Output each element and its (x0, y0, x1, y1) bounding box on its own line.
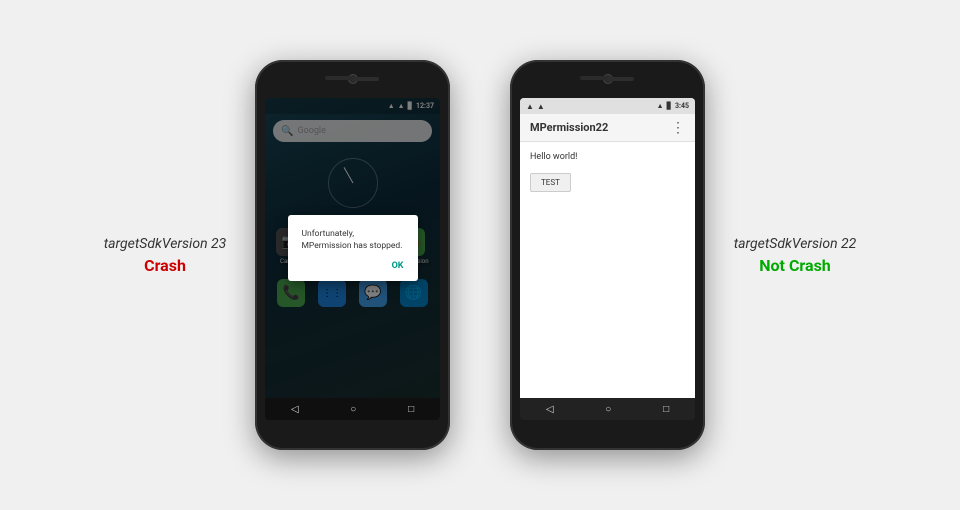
left-version-label: targetSdkVersion 23 (95, 236, 235, 252)
nav-bar-right: ◁ ○ □ (520, 398, 695, 420)
warn-icon: ▲ (526, 102, 534, 111)
right-phone: ▲ ▲ ▲ ▊ 3:45 MPermission22 ⋮ (510, 60, 705, 450)
back-button-left[interactable]: ◁ (291, 404, 299, 415)
homescreen: ▲ ▲ ▊ 12:37 🔍 Google (265, 98, 440, 398)
appscreen: ▲ ▲ ▲ ▊ 3:45 MPermission22 ⋮ (520, 98, 695, 398)
right-label-area: targetSdkVersion 22 Not Crash (725, 236, 865, 275)
status-left-icons: ▲ ▲ (526, 102, 545, 111)
status-right-icons: ▲ ▊ 3:45 (657, 102, 689, 110)
location-icon: ▲ (537, 102, 545, 111)
overflow-menu-icon[interactable]: ⋮ (671, 121, 685, 135)
status-bar-app: ▲ ▲ ▲ ▊ 3:45 (520, 98, 695, 114)
left-phone-screen: ▲ ▲ ▊ 12:37 🔍 Google (265, 98, 440, 420)
home-button-right[interactable]: ○ (605, 404, 611, 415)
left-label-area: targetSdkVersion 23 Crash (95, 236, 235, 275)
left-status-label: Crash (95, 256, 235, 275)
right-status-label: Not Crash (725, 256, 865, 275)
recent-button-right[interactable]: □ (663, 404, 669, 415)
home-button-left[interactable]: ○ (350, 404, 356, 415)
app-content: Hello world! TEST (520, 142, 695, 398)
status-time-right: 3:45 (675, 102, 689, 110)
right-version-label: targetSdkVersion 22 (725, 236, 865, 252)
crash-dialog: Unfortunately, MPermission has stopped. … (288, 215, 418, 281)
right-phone-screen: ▲ ▲ ▲ ▊ 3:45 MPermission22 ⋮ (520, 98, 695, 420)
back-button-right[interactable]: ◁ (546, 404, 554, 415)
phone-speaker-left (351, 77, 379, 81)
left-phone-section: targetSdkVersion 23 Crash ▲ ▲ ▊ 12:37 (95, 60, 450, 450)
crash-dialog-message: Unfortunately, MPermission has stopped. (302, 229, 404, 253)
right-phone-section: ▲ ▲ ▲ ▊ 3:45 MPermission22 ⋮ (510, 60, 865, 450)
app-title: MPermission22 (530, 121, 608, 134)
signal-icon-right: ▲ (657, 102, 664, 110)
test-button[interactable]: TEST (530, 173, 571, 192)
main-scene: targetSdkVersion 23 Crash ▲ ▲ ▊ 12:37 (0, 0, 960, 510)
crash-dialog-overlay: Unfortunately, MPermission has stopped. … (265, 98, 440, 398)
phone-speaker-right (606, 77, 634, 81)
hello-world-text: Hello world! (530, 152, 685, 162)
crash-dialog-button-row: OK (302, 261, 404, 271)
ok-button[interactable]: OK (392, 261, 404, 271)
left-phone: ▲ ▲ ▊ 12:37 🔍 Google (255, 60, 450, 450)
battery-icon-right: ▊ (667, 102, 672, 110)
nav-bar-left: ◁ ○ □ (265, 398, 440, 420)
app-toolbar: MPermission22 ⋮ (520, 114, 695, 142)
recent-button-left[interactable]: □ (408, 404, 414, 415)
